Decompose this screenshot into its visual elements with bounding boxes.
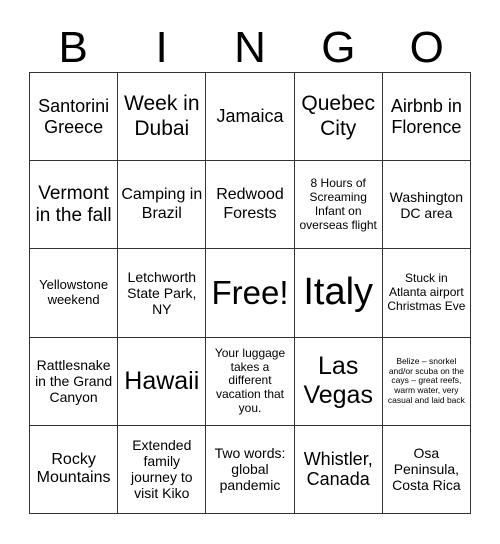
bingo-cell[interactable]: Hawaii	[118, 337, 207, 426]
bingo-cell[interactable]: Extended family journey to visit Kiko	[118, 425, 207, 514]
bingo-cell[interactable]: Las Vegas	[294, 337, 383, 426]
bingo-cell[interactable]: Italy	[294, 249, 383, 338]
header-letter-i: I	[155, 23, 168, 72]
bingo-cell[interactable]: Redwood Forests	[206, 161, 295, 250]
bingo-cell[interactable]: Yellowstone weekend	[30, 249, 119, 338]
bingo-cell[interactable]: Whistler, Canada	[294, 425, 383, 514]
bingo-cell[interactable]: Airbnb in Florence	[382, 73, 471, 162]
bingo-cell[interactable]: Camping in Brazil	[118, 161, 207, 250]
bingo-cell[interactable]: Vermont in the fall	[30, 161, 119, 250]
bingo-cell[interactable]: Washington DC area	[382, 161, 471, 250]
bingo-cell[interactable]: Belize – snorkel and/or scuba on the cay…	[382, 337, 471, 426]
bingo-cell[interactable]: Rocky Mountains	[30, 425, 119, 514]
bingo-cell[interactable]: Your luggage takes a different vacation …	[206, 337, 295, 426]
header-letter-g: G	[321, 23, 356, 72]
bingo-cell[interactable]: Jamaica	[206, 73, 295, 162]
bingo-grid: Santorini Greece Week in Dubai Jamaica Q…	[29, 72, 471, 514]
bingo-cell[interactable]: 8 Hours of Screaming Infant on overseas …	[294, 161, 383, 250]
header-letter-o: O	[409, 23, 444, 72]
bingo-cell[interactable]: Two words: global pandemic	[206, 425, 295, 514]
bingo-cell[interactable]: Quebec City	[294, 73, 383, 162]
free-space-cell[interactable]: Free!	[206, 249, 295, 338]
bingo-header: B I N G O	[29, 24, 471, 72]
header-letter-b: B	[58, 23, 88, 72]
bingo-cell[interactable]: Santorini Greece	[30, 73, 119, 162]
bingo-cell[interactable]: Stuck in Atlanta airport Christmas Eve	[382, 249, 471, 338]
header-letter-n: N	[234, 23, 266, 72]
bingo-cell[interactable]: Rattlesnake in the Grand Canyon	[30, 337, 119, 426]
bingo-cell[interactable]: Letchworth State Park, NY	[118, 249, 207, 338]
bingo-cell[interactable]: Week in Dubai	[118, 73, 207, 162]
bingo-cell[interactable]: Osa Peninsula, Costa Rica	[382, 425, 471, 514]
